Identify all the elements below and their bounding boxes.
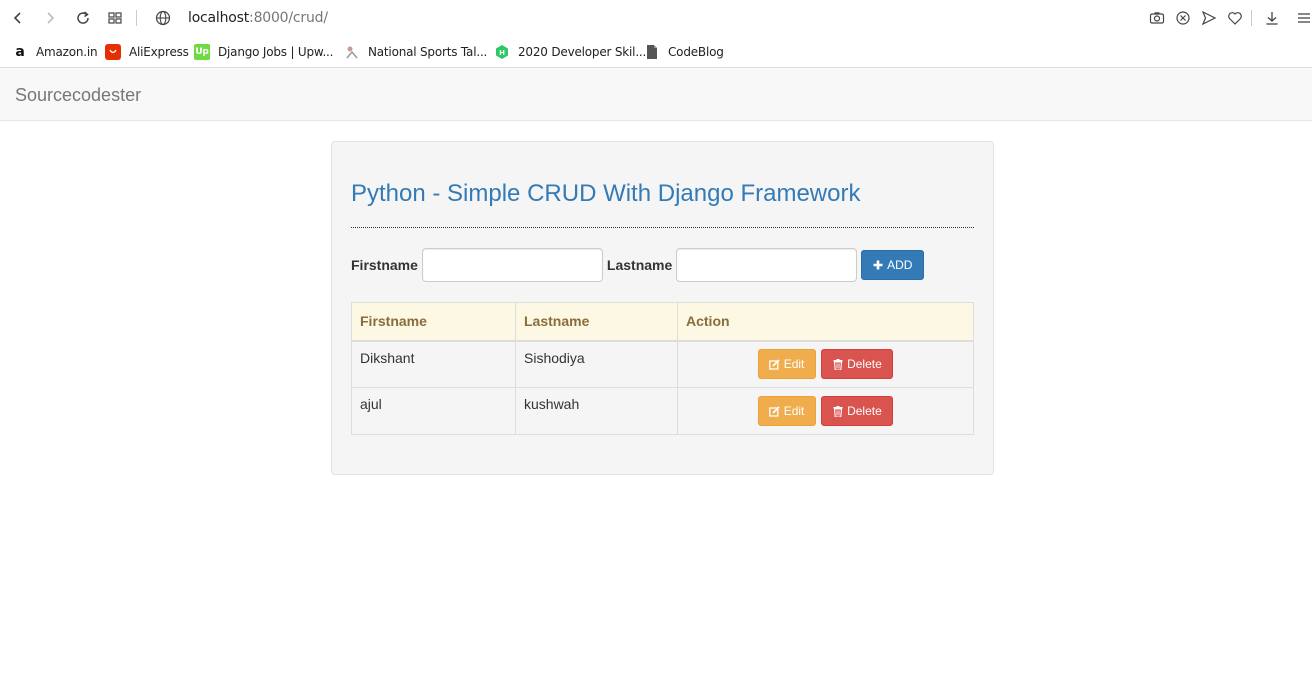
add-form: Firstname Lastname ADD [351, 248, 925, 282]
address-bar[interactable]: localhost:8000/crud/ [188, 10, 328, 26]
members-table: Firstname Lastname Action Dikshant Sisho… [351, 302, 974, 435]
table-header-row: Firstname Lastname Action [351, 302, 974, 342]
hackerrank-icon: H [494, 44, 510, 60]
add-button[interactable]: ADD [861, 250, 925, 280]
delete-button-label: Delete [847, 357, 882, 372]
edit-button[interactable]: Edit [757, 349, 816, 380]
cell-lastname: Sishodiya [515, 340, 678, 388]
cell-firstname: Dikshant [351, 340, 516, 388]
bookmarks-bar: a Amazon.in AliExpress Up Django Jobs | … [0, 36, 1312, 68]
cell-lastname: kushwah [515, 387, 678, 435]
bookmark-label: Django Jobs | Upw... [218, 45, 334, 59]
lastname-input[interactable] [676, 248, 858, 282]
reload-icon[interactable] [73, 8, 93, 28]
bookmark-amazon[interactable]: a Amazon.in [12, 44, 97, 60]
firstname-input[interactable] [421, 248, 603, 282]
adblock-icon[interactable] [1173, 8, 1193, 28]
edit-button-label: Edit [783, 357, 805, 372]
amazon-icon: a [15, 44, 25, 60]
url-path: :8000/crud/ [249, 10, 328, 26]
bookmark-codeblog[interactable]: CodeBlog [644, 44, 724, 60]
navbar-brand[interactable]: Sourcecodester [15, 85, 141, 106]
delete-button-label: Delete [847, 404, 882, 418]
plus-icon [873, 260, 883, 270]
tabs-grid-icon[interactable] [105, 8, 125, 28]
bookmark-upwork[interactable]: Up Django Jobs | Upw... [194, 44, 333, 60]
add-button-label: ADD [887, 258, 913, 272]
edit-button-label: Edit [783, 404, 805, 418]
lastname-label: Lastname [606, 257, 673, 273]
menu-icon[interactable] [1294, 8, 1312, 28]
delete-button[interactable]: Delete [821, 396, 894, 426]
title-divider [351, 227, 974, 228]
send-icon[interactable] [1199, 8, 1219, 28]
heart-icon[interactable] [1225, 8, 1245, 28]
toolbar-divider [136, 10, 137, 26]
upwork-icon: Up [194, 44, 210, 60]
back-icon[interactable] [8, 8, 28, 28]
globe-icon[interactable] [153, 8, 173, 28]
crud-panel: Python - Simple CRUD With Django Framewo… [331, 141, 994, 475]
edit-icon [768, 405, 780, 417]
toolbar-divider [1251, 10, 1252, 26]
cell-firstname: ajul [351, 387, 516, 435]
sports-icon [344, 44, 360, 60]
trash-icon [833, 405, 843, 417]
camera-icon[interactable] [1147, 8, 1167, 28]
column-header-firstname: Firstname [351, 302, 516, 342]
forward-icon[interactable] [40, 8, 60, 28]
cell-action: Edit Delete [677, 387, 974, 435]
column-header-action: Action [677, 302, 974, 342]
document-icon [644, 44, 660, 60]
cell-action: Edit Delete [677, 340, 974, 388]
table-row: Dikshant Sishodiya Edit Delete [351, 340, 974, 388]
svg-text:H: H [499, 49, 505, 57]
bookmark-label: CodeBlog [668, 45, 724, 59]
bookmark-label: AliExpress [129, 45, 189, 59]
firstname-label: Firstname [351, 257, 418, 273]
aliexpress-icon [105, 44, 121, 60]
delete-button[interactable]: Delete [821, 349, 894, 380]
bookmark-label: National Sports Tal... [368, 45, 488, 59]
bookmark-label: Amazon.in [36, 45, 98, 59]
column-header-lastname: Lastname [515, 302, 678, 342]
browser-toolbar: localhost:8000/crud/ [0, 0, 1312, 36]
bookmark-aliexpress[interactable]: AliExpress [105, 44, 189, 60]
navbar: Sourcecodester [0, 69, 1312, 121]
edit-icon [768, 359, 780, 370]
trash-icon [833, 358, 843, 370]
download-icon[interactable] [1262, 8, 1282, 28]
bookmark-label: 2020 Developer Skil... [518, 45, 647, 59]
bookmark-sports[interactable]: National Sports Tal... [344, 44, 487, 60]
bookmark-hackerrank[interactable]: H 2020 Developer Skil... [494, 44, 646, 60]
table-row: ajul kushwah Edit Delete [351, 387, 974, 435]
url-host: localhost [188, 10, 250, 26]
page-title: Python - Simple CRUD With Django Framewo… [351, 180, 861, 207]
edit-button[interactable]: Edit [757, 396, 816, 426]
